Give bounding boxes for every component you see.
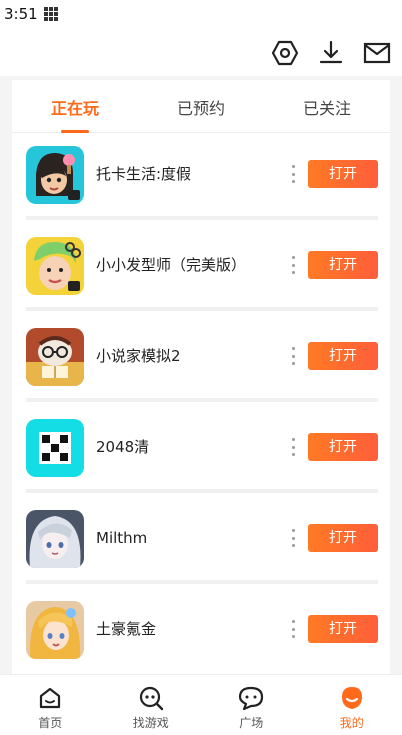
- tab-followed[interactable]: 已关注: [264, 80, 390, 132]
- nav-home[interactable]: 首页: [0, 675, 101, 735]
- game-name: 小小发型师（完美版）: [96, 224, 246, 306]
- open-button[interactable]: 打开: [308, 251, 378, 279]
- list-item[interactable]: 托卡生活:度假 打开: [12, 133, 390, 224]
- row-divider: [26, 307, 378, 311]
- profile-icon: [339, 685, 365, 711]
- game-name: 土豪氪金: [96, 588, 156, 670]
- more-options-icon[interactable]: [288, 165, 298, 183]
- tab-bar: 正在玩 已预约 已关注: [12, 80, 390, 133]
- toca-life-vacation-icon[interactable]: [26, 146, 84, 204]
- 2048-icon[interactable]: [26, 419, 84, 477]
- row-divider: [26, 489, 378, 493]
- nav-square[interactable]: 广场: [201, 675, 302, 735]
- nav-label: 广场: [239, 714, 263, 731]
- row-divider: [26, 398, 378, 402]
- game-list: 托卡生活:度假 打开 小小发型师（完美版） 打开: [12, 133, 390, 674]
- more-options-icon[interactable]: [288, 347, 298, 365]
- top-bar: [0, 28, 402, 76]
- bottom-nav: 首页 找游戏 广场 我的: [0, 674, 402, 735]
- list-item[interactable]: 土豪氪金 打开: [12, 588, 390, 674]
- open-button[interactable]: 打开: [308, 524, 378, 552]
- more-options-icon[interactable]: [288, 256, 298, 274]
- tab-playing[interactable]: 正在玩: [12, 80, 138, 132]
- nav-profile[interactable]: 我的: [302, 675, 402, 735]
- nav-label: 我的: [340, 714, 364, 731]
- nav-label: 首页: [38, 714, 62, 731]
- row-divider: [26, 216, 378, 220]
- more-options-icon[interactable]: [288, 529, 298, 547]
- tab-label: 已关注: [303, 99, 351, 118]
- status-bar: 3:51: [0, 0, 402, 28]
- novelist-sim-icon[interactable]: [26, 328, 84, 386]
- milthm-icon[interactable]: [26, 510, 84, 568]
- square-chat-icon: [238, 685, 264, 711]
- tab-label: 正在玩: [51, 99, 99, 118]
- settings-hexagon-icon[interactable]: [270, 38, 300, 68]
- more-options-icon[interactable]: [288, 620, 298, 638]
- open-button[interactable]: 打开: [308, 615, 378, 643]
- list-item[interactable]: 小小发型师（完美版） 打开: [12, 224, 390, 315]
- game-name: Milthm: [96, 497, 147, 579]
- open-button[interactable]: 打开: [308, 433, 378, 461]
- open-button[interactable]: 打开: [308, 342, 378, 370]
- tab-reserved[interactable]: 已预约: [138, 80, 264, 132]
- list-item[interactable]: Milthm 打开: [12, 497, 390, 588]
- nav-label: 找游戏: [133, 714, 169, 731]
- mail-icon[interactable]: [362, 38, 392, 68]
- download-icon[interactable]: [316, 38, 346, 68]
- game-name: 小说家模拟2: [96, 315, 181, 397]
- home-icon: [37, 685, 63, 711]
- my-games-card: 正在玩 已预约 已关注: [12, 80, 390, 674]
- tuhao-kejin-icon[interactable]: [26, 601, 84, 659]
- list-item[interactable]: 小说家模拟2 打开: [12, 315, 390, 406]
- nav-find-game[interactable]: 找游戏: [101, 675, 202, 735]
- hair-stylist-icon[interactable]: [26, 237, 84, 295]
- tab-label: 已预约: [177, 99, 225, 118]
- game-name: 2048清: [96, 406, 149, 488]
- game-name: 托卡生活:度假: [96, 133, 191, 215]
- open-button[interactable]: 打开: [308, 160, 378, 188]
- more-options-icon[interactable]: [288, 438, 298, 456]
- app-grid-icon: [44, 7, 58, 21]
- list-item[interactable]: 2048清 打开: [12, 406, 390, 497]
- row-divider: [26, 580, 378, 584]
- find-game-icon: [138, 685, 164, 711]
- status-time: 3:51: [4, 5, 38, 23]
